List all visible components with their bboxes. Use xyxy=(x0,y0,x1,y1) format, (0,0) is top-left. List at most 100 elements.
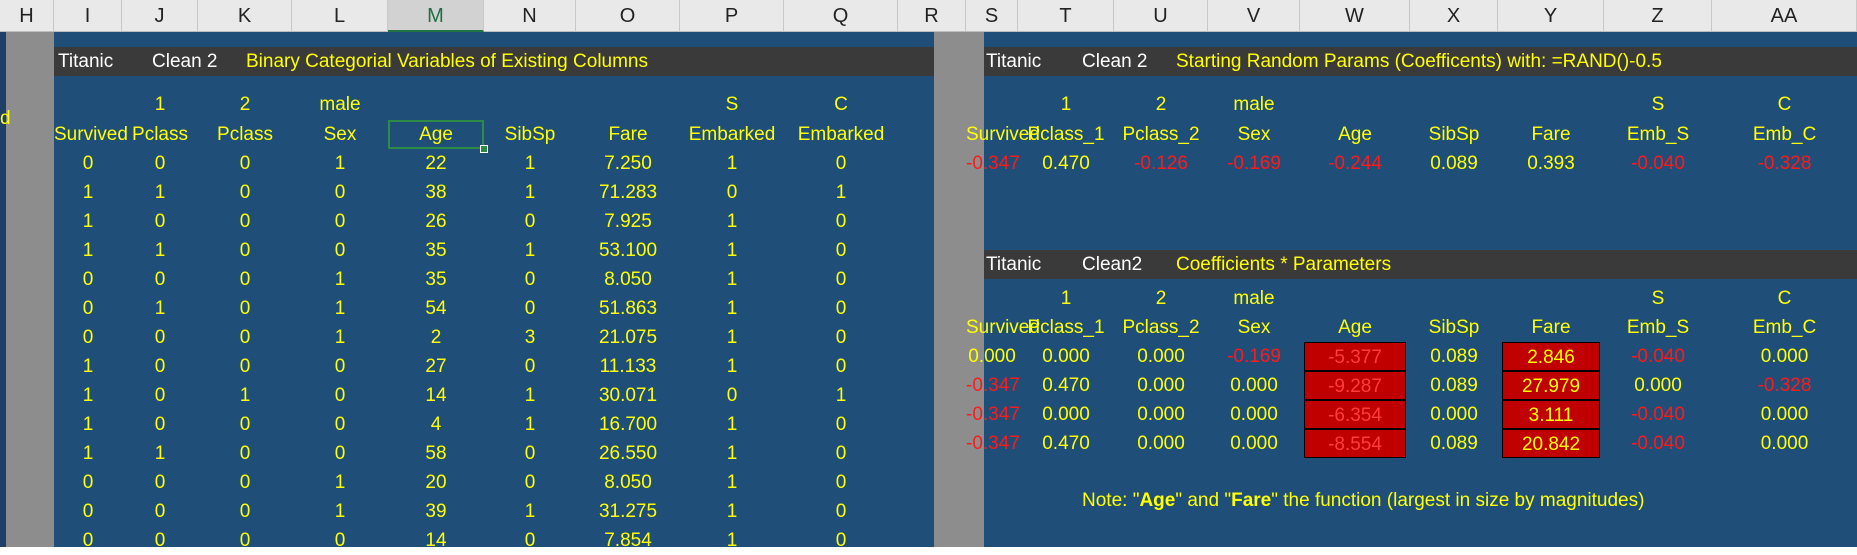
left-data-cell[interactable]: 0 xyxy=(784,265,898,294)
left-data-cell[interactable]: 1 xyxy=(122,439,198,468)
left-data-cell[interactable]: 35 xyxy=(388,265,484,294)
left-data-cell[interactable]: 1 xyxy=(680,207,784,236)
right2-data-cell[interactable]: -6.354 xyxy=(1304,400,1406,429)
left-header1-cell[interactable] xyxy=(388,90,484,119)
left-data-cell[interactable]: 1 xyxy=(54,207,122,236)
left-data-cell[interactable]: 1 xyxy=(680,468,784,497)
left-data-cell[interactable]: 58 xyxy=(388,439,484,468)
left-data-cell[interactable]: 0 xyxy=(680,178,784,207)
left-data-cell[interactable]: 0 xyxy=(484,265,576,294)
left-data-cell[interactable]: 7.854 xyxy=(576,526,680,555)
left-data-cell[interactable]: 0 xyxy=(54,149,122,178)
left-data-cell[interactable]: 0 xyxy=(784,497,898,526)
left-data-cell[interactable]: 1 xyxy=(484,236,576,265)
left-data-cell[interactable]: 0 xyxy=(198,439,292,468)
left-data-cell[interactable]: 1 xyxy=(198,381,292,410)
right2-data-cell[interactable]: 0.000 xyxy=(1712,400,1857,429)
right2-data-cell[interactable]: -0.040 xyxy=(1604,429,1712,458)
left-data-cell[interactable]: 1 xyxy=(292,149,388,178)
left-data-cell[interactable]: 1 xyxy=(54,439,122,468)
right2-header1-cell[interactable]: 1 xyxy=(1018,284,1114,313)
left-data-cell[interactable]: 0 xyxy=(784,294,898,323)
right2-header2-cell[interactable]: Sex xyxy=(1208,313,1300,342)
right2-data-cell[interactable]: 0.470 xyxy=(1018,429,1114,458)
left-header2-cell[interactable]: SibSp xyxy=(484,120,576,149)
left-header1-cell[interactable]: S xyxy=(680,90,784,119)
right2-data-cell[interactable]: -0.347 xyxy=(966,429,1020,458)
left-data-cell[interactable]: 0 xyxy=(54,323,122,352)
left-data-cell[interactable]: 1 xyxy=(784,178,898,207)
left-data-cell[interactable]: 26.550 xyxy=(576,439,680,468)
right2-data-cell[interactable]: 0.000 xyxy=(1114,371,1208,400)
left-data-cell[interactable]: 0 xyxy=(784,149,898,178)
column-header-aa[interactable]: AA xyxy=(1712,0,1857,32)
left-data-cell[interactable]: 1 xyxy=(484,381,576,410)
left-data-cell[interactable]: 14 xyxy=(388,526,484,555)
left-data-cell[interactable]: 1 xyxy=(680,439,784,468)
column-header-l[interactable]: L xyxy=(292,0,388,32)
left-data-cell[interactable]: 0 xyxy=(292,381,388,410)
left-data-cell[interactable]: 51.863 xyxy=(576,294,680,323)
right1-header2-cell[interactable]: Survived xyxy=(966,120,1040,149)
right1-value-cell[interactable]: -0.040 xyxy=(1604,149,1712,178)
right2-data-cell[interactable]: 0.000 xyxy=(1208,400,1300,429)
left-data-cell[interactable]: 30.071 xyxy=(576,381,680,410)
right1-header1-cell[interactable]: S xyxy=(1604,90,1712,119)
left-header2-cell[interactable]: Pclass xyxy=(122,120,198,149)
left-header1-cell[interactable]: 2 xyxy=(198,90,292,119)
right2-header1-cell[interactable] xyxy=(1300,284,1410,313)
right2-header1-cell[interactable] xyxy=(966,284,1018,313)
left-data-cell[interactable]: 0 xyxy=(198,410,292,439)
left-data-cell[interactable]: 1 xyxy=(292,265,388,294)
left-data-cell[interactable]: 0 xyxy=(122,352,198,381)
left-data-cell[interactable]: 1 xyxy=(680,149,784,178)
left-data-cell[interactable]: 26 xyxy=(388,207,484,236)
left-data-cell[interactable]: 16.700 xyxy=(576,410,680,439)
left-data-cell[interactable]: 0 xyxy=(122,323,198,352)
left-data-cell[interactable]: 1 xyxy=(784,381,898,410)
spreadsheet[interactable]: H I J K L M N O P Q R S T U V W X Y Z AA d Titanic Clean 2 Bina… xyxy=(0,0,1857,551)
right2-data-cell[interactable]: 0.000 xyxy=(1208,429,1300,458)
left-data-cell[interactable]: 0 xyxy=(292,410,388,439)
selection-fill-handle[interactable] xyxy=(480,145,488,153)
right1-header1-cell[interactable] xyxy=(1498,90,1604,119)
left-data-cell[interactable]: 0 xyxy=(784,207,898,236)
right2-header1-cell[interactable]: C xyxy=(1712,284,1857,313)
left-data-cell[interactable]: 0 xyxy=(484,352,576,381)
right2-header1-cell[interactable]: male xyxy=(1208,284,1300,313)
left-data-cell[interactable]: 27 xyxy=(388,352,484,381)
left-data-cell[interactable]: 0 xyxy=(484,468,576,497)
right2-data-cell[interactable]: 0.000 xyxy=(1114,429,1208,458)
left-data-cell[interactable]: 8.050 xyxy=(576,468,680,497)
right1-header2-cell[interactable]: SibSp xyxy=(1410,120,1498,149)
column-header-j[interactable]: J xyxy=(122,0,198,32)
left-data-cell[interactable]: 0 xyxy=(784,352,898,381)
left-data-cell[interactable]: 0 xyxy=(784,236,898,265)
right1-header2-cell[interactable]: Age xyxy=(1300,120,1410,149)
right1-value-cell[interactable]: 0.393 xyxy=(1498,149,1604,178)
right1-header2-cell[interactable]: Emb_S xyxy=(1604,120,1712,149)
left-data-cell[interactable]: 0 xyxy=(198,178,292,207)
left-data-cell[interactable]: 0 xyxy=(122,149,198,178)
left-data-cell[interactable]: 3 xyxy=(484,323,576,352)
right2-data-cell[interactable]: 0.089 xyxy=(1410,371,1498,400)
left-data-cell[interactable]: 1 xyxy=(680,323,784,352)
left-data-cell[interactable]: 0 xyxy=(122,265,198,294)
left-data-cell[interactable]: 0 xyxy=(54,294,122,323)
right2-data-cell[interactable]: 0.000 xyxy=(1712,429,1857,458)
right1-header1-cell[interactable]: 2 xyxy=(1114,90,1208,119)
right1-header2-cell[interactable]: Pclass_2 xyxy=(1114,120,1208,149)
left-data-cell[interactable]: 1 xyxy=(122,178,198,207)
left-data-cell[interactable]: 7.250 xyxy=(576,149,680,178)
left-data-cell[interactable]: 0 xyxy=(784,526,898,555)
right2-header1-cell[interactable]: 2 xyxy=(1114,284,1208,313)
right1-value-cell[interactable]: -0.169 xyxy=(1208,149,1300,178)
left-data-cell[interactable]: 0 xyxy=(484,526,576,555)
left-data-cell[interactable]: 0 xyxy=(198,236,292,265)
right2-data-cell[interactable]: 2.846 xyxy=(1502,342,1600,371)
right2-data-cell[interactable]: 0.000 xyxy=(1208,371,1300,400)
right1-header1-cell[interactable]: male xyxy=(1208,90,1300,119)
right2-header2-cell[interactable]: SibSp xyxy=(1410,313,1498,342)
left-data-cell[interactable]: 0 xyxy=(292,236,388,265)
left-data-cell[interactable]: 0 xyxy=(198,497,292,526)
